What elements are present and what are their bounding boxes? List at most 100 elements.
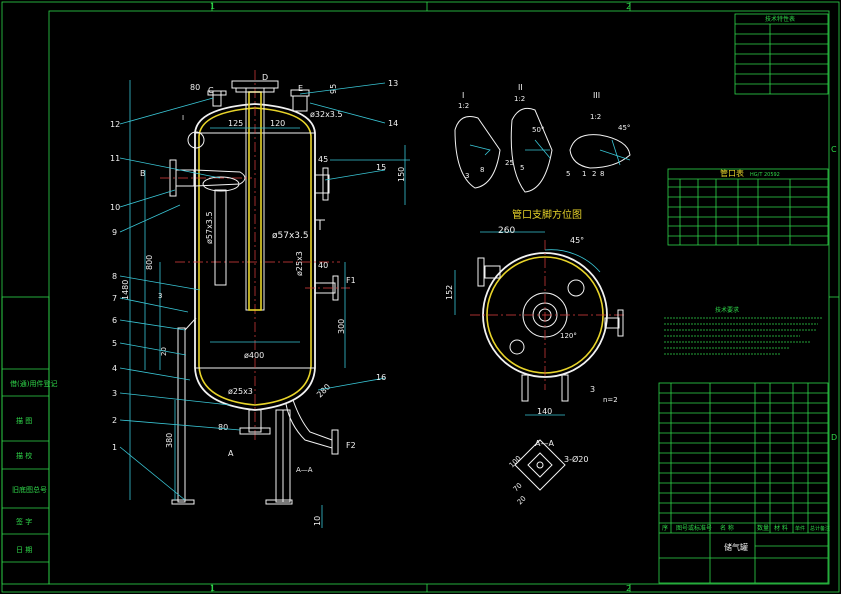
- strip-label-2: 描 校: [16, 451, 32, 460]
- aa-20: 20: [516, 494, 528, 506]
- part-4: 4: [112, 364, 117, 373]
- part-8: 8: [112, 272, 117, 281]
- part-3: 3: [112, 389, 117, 398]
- dim-1480: 1480: [121, 280, 130, 300]
- detail-i-3: 3: [465, 172, 469, 180]
- bom-col-1: 图号或标准号: [676, 524, 712, 532]
- section-aa-label: A—A: [296, 466, 313, 474]
- zone-bottom-2: 2: [626, 584, 631, 593]
- orientation-title: 管口支脚方位图: [512, 208, 582, 221]
- part-7: 7: [112, 294, 117, 303]
- bom-col-6: 总计: [810, 525, 820, 532]
- part-6: 6: [112, 316, 117, 325]
- dim-120: 120: [270, 119, 285, 128]
- detail-iii-5: 5: [566, 170, 570, 178]
- aa-section-view: A—A 100 70 20 3-Ø20: [508, 439, 589, 506]
- nozzle-a-label: A: [228, 449, 234, 458]
- tech-req-title: 技术要求: [715, 306, 739, 314]
- bom-col-7: 备注: [820, 525, 830, 532]
- detail-iii-8: 8: [600, 170, 604, 178]
- strip-label-4: 签 字: [16, 517, 32, 526]
- dim-150: 150: [397, 167, 406, 182]
- dim-25-a: ø25x3: [295, 251, 304, 276]
- orient-120: 120°: [560, 332, 577, 340]
- nozzle-d-label: D: [262, 73, 268, 82]
- nozzle-table: 管口表 HG/T 20592: [667, 168, 829, 246]
- detail-i-marker: I: [182, 114, 184, 122]
- vessel-main-view: D C E B F1 F2 A A—A I 80 95 125 120 ø32x…: [110, 70, 410, 528]
- zone-right-d: D: [831, 433, 837, 442]
- part-15: 15: [376, 163, 386, 172]
- zone-top-2: 2: [626, 2, 631, 11]
- dim-57-small: ø57x3.5: [205, 211, 214, 244]
- detail-ii-title: II: [518, 83, 523, 92]
- nozzle-f2-label: F2: [346, 441, 356, 450]
- detail-ii-scale: 1:2: [514, 95, 525, 103]
- zone-bottom-1: 1: [210, 584, 215, 593]
- nozzle-f1-label: F1: [346, 276, 356, 285]
- orientation-view: 管口支脚方位图 260 45° 152 140 120° 3 n=2: [445, 208, 625, 416]
- dim-300: 300: [337, 319, 346, 334]
- nozzle-table-subtitle: HG/T 20592: [750, 172, 780, 178]
- part-14: 14: [388, 119, 398, 128]
- dim-25-b: ø25x3: [228, 387, 253, 396]
- aa-3o20: 3-Ø20: [564, 454, 588, 464]
- orient-leg: 3: [590, 385, 595, 394]
- main-dimensions: 80 95 125 120 ø32x3.5 45 150 800 1480 ø5…: [121, 80, 410, 528]
- tech-table: 技术特性表: [734, 13, 829, 95]
- detail-iii-title: III: [593, 91, 600, 100]
- part-12: 12: [110, 120, 120, 129]
- part-9: 9: [112, 228, 117, 237]
- tech-requirements: 技术要求: [664, 306, 822, 355]
- strip-label-0: 借(通)用件登记: [10, 379, 57, 388]
- detail-iii-2: 2: [592, 170, 596, 178]
- dim-125: 125: [228, 119, 243, 128]
- part-11: 11: [110, 154, 120, 163]
- support-legs: [171, 317, 293, 505]
- orient-140: 140: [537, 407, 552, 416]
- dim-400: ø400: [244, 351, 264, 360]
- dim-380: 380: [165, 433, 174, 448]
- orient-n2: n=2: [603, 396, 618, 404]
- bom-col-5: 单件: [795, 525, 805, 532]
- nozzle-e-label: E: [298, 84, 303, 93]
- detail-i-8: 8: [480, 166, 484, 174]
- dim-280: 280: [315, 382, 332, 399]
- detail-i-title: I: [462, 91, 464, 100]
- aa-70: 70: [512, 481, 524, 493]
- dim-80-bot: 80: [218, 423, 228, 432]
- dim-32: ø32x3.5: [310, 110, 343, 119]
- dim-10: 10: [313, 516, 322, 526]
- bom-and-title-block: 序 图号或标准号 名 称 数量 材 料 单件 总计 备注 储气罐: [658, 382, 830, 584]
- detail-iii-45: 45°: [618, 124, 630, 132]
- part-10: 10: [110, 203, 120, 212]
- bom-col-2: 名 称: [720, 524, 734, 532]
- bom-col-0: 序: [662, 524, 668, 532]
- part-13: 13: [388, 79, 398, 88]
- bom-col-3: 数量: [757, 524, 769, 532]
- part-1: 1: [112, 443, 117, 452]
- orient-260: 260: [498, 226, 515, 236]
- zone-right-c: C: [831, 145, 837, 154]
- strip-label-5: 日 期: [16, 546, 32, 554]
- strip-label-3: 旧底图总号: [12, 485, 47, 494]
- detail-iii-1: 1: [582, 170, 586, 178]
- part-leaders: 1 2 3 4 5 6 7 8 9 10 11 12 13 14 15 16: [110, 79, 398, 501]
- dim-57-main: ø57x3.5: [272, 231, 309, 241]
- drawing-canvas: 1 2 1 2 C D 借(通)用件登记 描 图 描 校 旧底图总号 签 字 日…: [1, 1, 840, 593]
- orient-152: 152: [445, 285, 454, 300]
- title-drawing-name: 储气罐: [724, 542, 748, 552]
- bom-col-4: 材 料: [774, 524, 788, 532]
- strip-label-1: 描 图: [16, 416, 32, 425]
- dim-3: 3: [158, 292, 162, 300]
- dim-45: 45: [318, 155, 328, 164]
- part-16: 16: [376, 373, 386, 382]
- detail-i-scale: 1:2: [458, 102, 469, 110]
- aa-title: A—A: [535, 439, 554, 448]
- detail-ii-5: 5: [520, 164, 524, 172]
- dim-800: 800: [145, 255, 154, 270]
- aa-100: 100: [508, 454, 523, 469]
- zone-top-1: 1: [210, 2, 215, 11]
- part-2: 2: [112, 416, 117, 425]
- nozzle-table-title: 管口表: [720, 168, 744, 178]
